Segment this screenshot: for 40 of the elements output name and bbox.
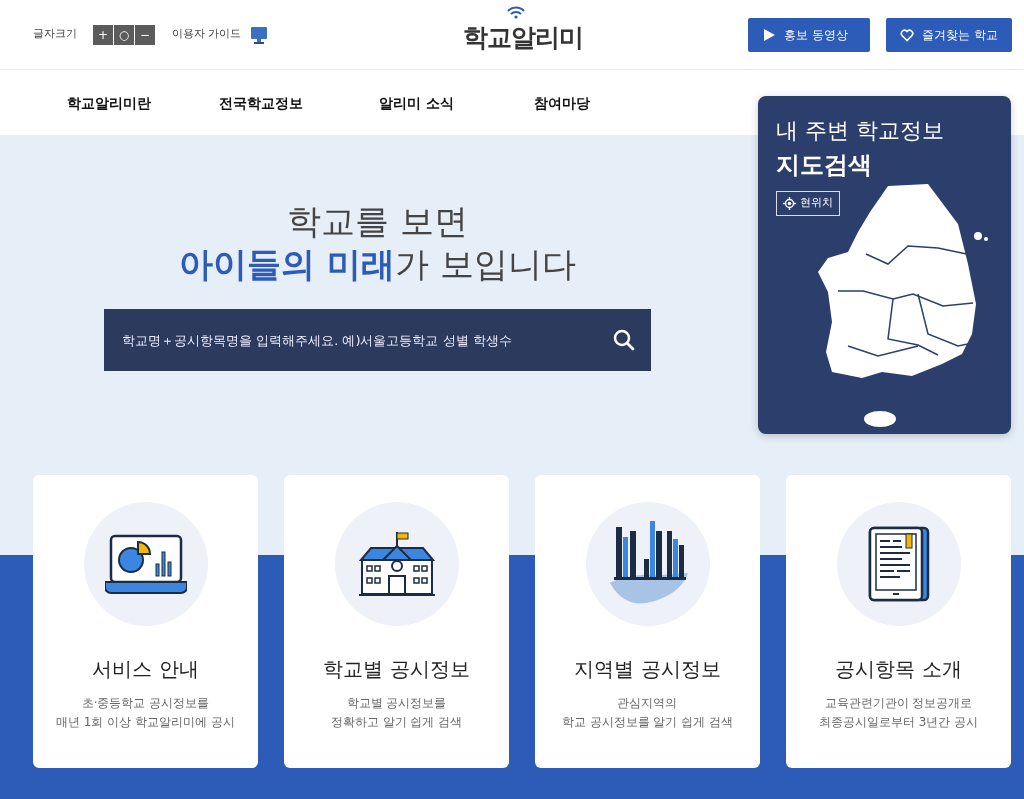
laptop-chart-icon bbox=[104, 534, 187, 594]
search-icon[interactable] bbox=[613, 329, 635, 351]
font-size-button[interactable]: + bbox=[93, 24, 113, 45]
heart-icon bbox=[900, 27, 915, 42]
guide-label[interactable]: 이용자 가이드 bbox=[172, 26, 242, 43]
school-building-icon bbox=[358, 530, 435, 598]
card-title: 학교별 공시정보 bbox=[323, 656, 470, 683]
map-search-panel[interactable]: 내 주변 학교정보 지도검색 현위치 bbox=[758, 96, 1011, 434]
monitor-icon[interactable] bbox=[249, 25, 268, 44]
font-size-label: 글자크기 bbox=[33, 26, 77, 43]
current-location-button[interactable]: 현위치 bbox=[776, 191, 840, 216]
card-title: 공시항목 소개 bbox=[835, 656, 962, 683]
service-card[interactable]: 서비스 안내 초·중등학교 공시정보를 매년 1회 이상 학교알리미에 공시 bbox=[33, 475, 258, 768]
service-card[interactable]: 지역별 공시정보 관심지역의 학교 공시정보를 알기 쉽게 검색 bbox=[535, 475, 760, 768]
card-description: 교육관련기관이 정보공개로 최종공시일로부터 3년간 공시 bbox=[818, 695, 979, 732]
map-panel-subtitle: 지도검색 bbox=[776, 150, 873, 181]
nav-link[interactable]: 전국학교정보 bbox=[219, 94, 303, 111]
nav-link[interactable]: 학교알리미란 bbox=[67, 94, 151, 111]
promo-video-button[interactable]: 홍보 동영상 bbox=[748, 17, 871, 52]
service-card[interactable]: 학교별 공시정보 학교별 공시정보를 정확하고 알기 쉽게 검색 bbox=[284, 475, 509, 768]
service-card[interactable]: 공시항목 소개 교육관련기관이 정보공개로 최종공시일로부터 3년간 공시 bbox=[786, 475, 1011, 768]
card-description: 학교별 공시정보를 정확하고 알기 쉽게 검색 bbox=[330, 695, 463, 732]
font-size-button[interactable]: − bbox=[135, 24, 155, 45]
font-size-button[interactable]: ○ bbox=[114, 24, 134, 45]
hero-heading-line: 아이들의 미래가 보입니다 bbox=[178, 242, 577, 285]
nav-link[interactable]: 참여마당 bbox=[534, 94, 590, 111]
hero-heading-line: 학교를 보면 bbox=[286, 200, 469, 243]
card-description: 초·중등학교 공시정보를 매년 1회 이상 학교알리미에 공시 bbox=[56, 695, 235, 732]
site-logo[interactable]: 학교알리미 bbox=[462, 22, 583, 52]
nav-link[interactable]: 알리미 소식 bbox=[379, 94, 454, 111]
play-icon bbox=[762, 27, 777, 42]
map-panel-title: 내 주변 학교정보 bbox=[776, 117, 945, 145]
card-title: 지역별 공시정보 bbox=[574, 656, 721, 683]
search-field[interactable]: 학교명＋공시항목명을 입력해주세요. 예)서울고등학교 성별 학생수 bbox=[104, 309, 651, 371]
favorite-school-button[interactable]: 즐겨찾는 학교 bbox=[886, 17, 1012, 52]
card-description: 관심지역의 학교 공시정보를 알기 쉽게 검색 bbox=[561, 695, 734, 732]
card-title: 서비스 안내 bbox=[92, 656, 199, 683]
target-icon bbox=[783, 196, 796, 210]
wifi-icon bbox=[505, 4, 526, 19]
tablet-document-icon bbox=[867, 526, 930, 602]
